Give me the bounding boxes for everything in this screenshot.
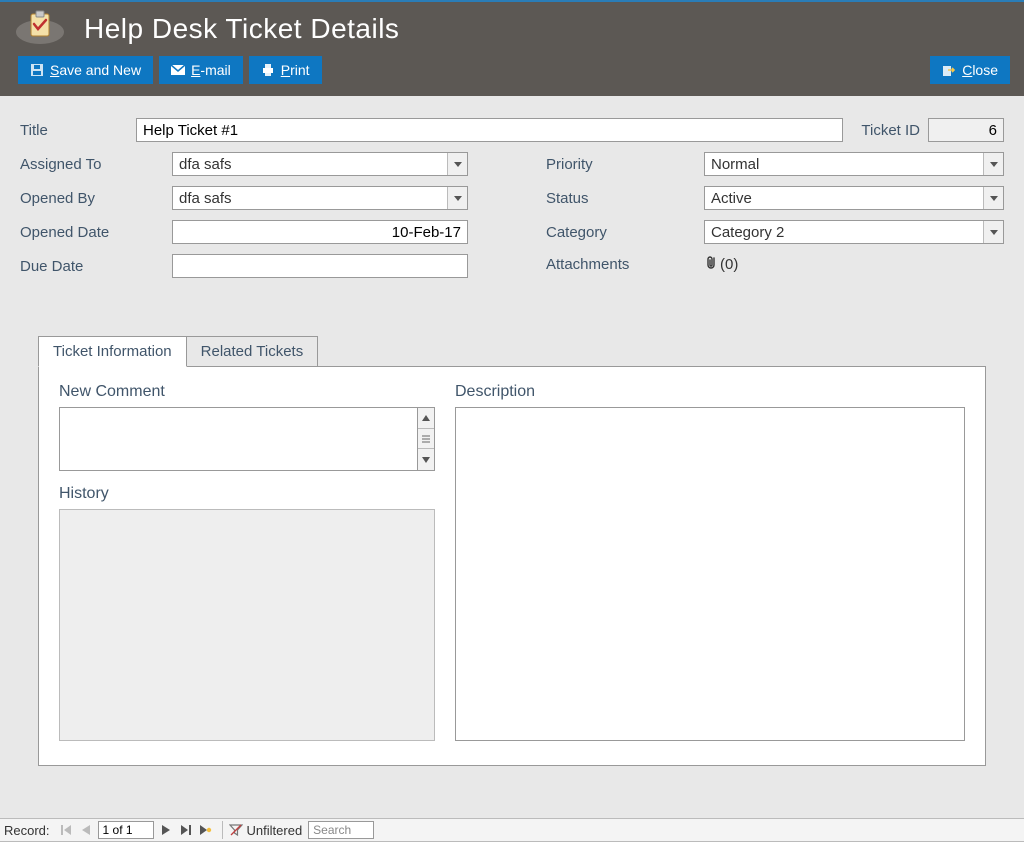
category-label: Category bbox=[546, 224, 704, 241]
status-value: Active bbox=[711, 190, 752, 207]
print-icon bbox=[261, 63, 275, 77]
tab-label: Ticket Information bbox=[53, 343, 172, 360]
ticket-id-label: Ticket ID bbox=[861, 122, 920, 139]
record-label: Record: bbox=[4, 823, 50, 838]
chevron-down-icon bbox=[983, 153, 1003, 175]
paperclip-icon bbox=[704, 254, 718, 274]
chevron-down-icon bbox=[983, 187, 1003, 209]
save-icon bbox=[30, 63, 44, 77]
tab-related-tickets[interactable]: Related Tickets bbox=[186, 336, 319, 367]
opened-by-dropdown[interactable]: dfa safs bbox=[172, 186, 468, 210]
separator bbox=[222, 821, 223, 839]
nav-prev-button[interactable] bbox=[76, 820, 96, 840]
comment-scrollbar bbox=[417, 407, 435, 471]
close-button[interactable]: Close bbox=[930, 56, 1010, 84]
print-button[interactable]: Print bbox=[249, 56, 322, 84]
filter-status-label: Unfiltered bbox=[247, 823, 303, 838]
toolbar: Save and New E-mail Print Close bbox=[0, 50, 1024, 92]
description-input[interactable] bbox=[455, 407, 965, 741]
priority-dropdown[interactable]: Normal bbox=[704, 152, 1004, 176]
opened-by-value: dfa safs bbox=[179, 190, 232, 207]
scroll-grip-icon[interactable] bbox=[418, 429, 434, 450]
nav-next-button[interactable] bbox=[156, 820, 176, 840]
opened-date-label: Opened Date bbox=[20, 224, 172, 241]
save-and-new-label: ave and New bbox=[59, 62, 141, 78]
chevron-down-icon bbox=[447, 187, 467, 209]
due-date-label: Due Date bbox=[20, 258, 172, 275]
close-label: lose bbox=[972, 62, 998, 78]
close-icon bbox=[942, 63, 956, 77]
tab-panel: New Comment History bbox=[38, 366, 986, 766]
window-header: Help Desk Ticket Details Save and New E-… bbox=[0, 2, 1024, 96]
nav-new-button[interactable] bbox=[196, 820, 216, 840]
new-comment-label: New Comment bbox=[59, 383, 435, 401]
print-label: rint bbox=[290, 62, 309, 78]
attachments-label: Attachments bbox=[546, 256, 704, 273]
opened-by-label: Opened By bbox=[20, 190, 172, 207]
status-label: Status bbox=[546, 190, 704, 207]
tab-ticket-information[interactable]: Ticket Information bbox=[38, 336, 187, 367]
history-label: History bbox=[59, 485, 435, 503]
attachments-field[interactable]: (0) bbox=[704, 254, 738, 274]
filter-icon[interactable] bbox=[229, 823, 243, 837]
category-value: Category 2 bbox=[711, 224, 784, 241]
ticket-id-value bbox=[928, 118, 1004, 142]
scroll-down-button[interactable] bbox=[418, 449, 434, 470]
record-search-input[interactable] bbox=[308, 821, 374, 839]
history-area bbox=[59, 509, 435, 741]
chevron-down-icon bbox=[983, 221, 1003, 243]
opened-date-input[interactable] bbox=[172, 220, 468, 244]
new-comment-input[interactable] bbox=[59, 407, 417, 471]
priority-label: Priority bbox=[546, 156, 704, 173]
assigned-to-label: Assigned To bbox=[20, 156, 172, 173]
category-dropdown[interactable]: Category 2 bbox=[704, 220, 1004, 244]
assigned-to-value: dfa safs bbox=[179, 156, 232, 173]
email-button[interactable]: E-mail bbox=[159, 56, 243, 84]
tab-container: Ticket Information Related Tickets New C… bbox=[38, 336, 986, 766]
tab-label: Related Tickets bbox=[201, 343, 304, 360]
app-icon bbox=[14, 10, 66, 48]
title-input[interactable] bbox=[136, 118, 843, 142]
form-area: Title Ticket ID Assigned To dfa safs Ope… bbox=[0, 96, 1024, 776]
save-and-new-button[interactable]: Save and New bbox=[18, 56, 153, 84]
chevron-down-icon bbox=[447, 153, 467, 175]
status-dropdown[interactable]: Active bbox=[704, 186, 1004, 210]
assigned-to-dropdown[interactable]: dfa safs bbox=[172, 152, 468, 176]
title-label: Title bbox=[20, 122, 136, 139]
page-title: Help Desk Ticket Details bbox=[84, 13, 399, 45]
record-position-input[interactable] bbox=[98, 821, 154, 839]
record-navigator: Record: Unfiltered bbox=[0, 818, 1024, 842]
scroll-up-button[interactable] bbox=[418, 408, 434, 429]
attachments-count: (0) bbox=[720, 256, 738, 273]
priority-value: Normal bbox=[711, 156, 759, 173]
nav-last-button[interactable] bbox=[176, 820, 196, 840]
nav-first-button[interactable] bbox=[56, 820, 76, 840]
email-label: -mail bbox=[200, 62, 230, 78]
due-date-input[interactable] bbox=[172, 254, 468, 278]
mail-icon bbox=[171, 63, 185, 77]
description-label: Description bbox=[455, 383, 965, 401]
